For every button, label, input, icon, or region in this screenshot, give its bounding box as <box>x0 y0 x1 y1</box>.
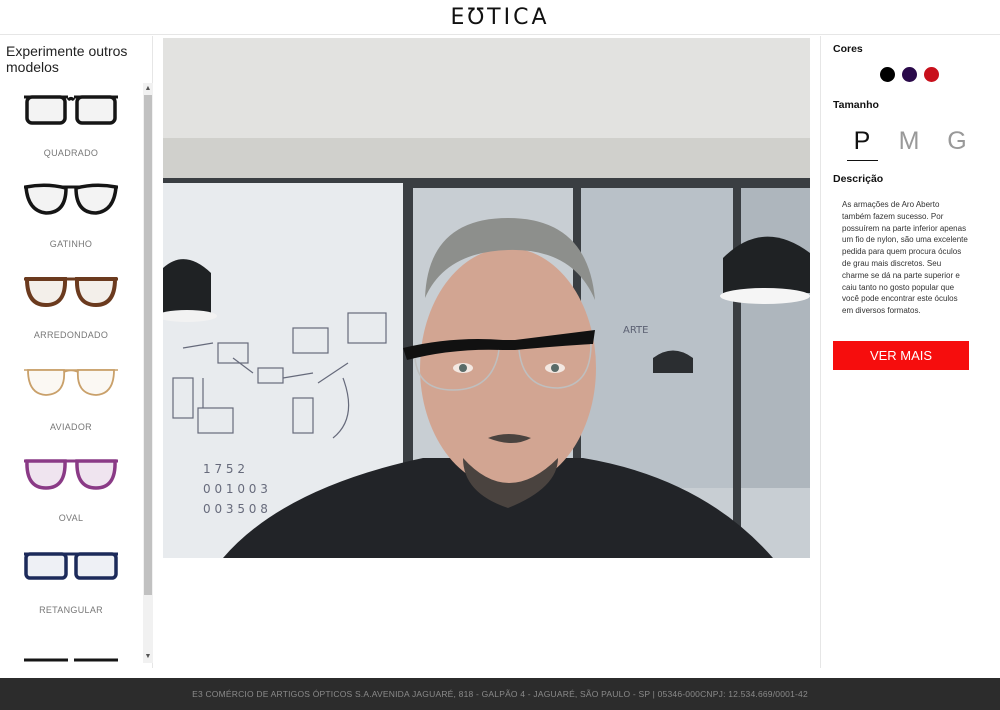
header: EƱTICA <box>0 0 1000 35</box>
model-list: QUADRADO GATINHO ARREDONDADO AVIADOR OVA… <box>0 84 142 664</box>
color-swatch-red[interactable] <box>924 67 939 82</box>
model-label: GATINHO <box>49 239 93 249</box>
webcam-image: 1 7 5 2 0 0 1 0 0 3 0 0 3 5 0 8 ARTE <box>163 38 810 558</box>
model-label: RETANGULAR <box>39 605 103 615</box>
model-item-quadrado[interactable]: QUADRADO <box>0 84 142 176</box>
color-swatch-purple[interactable] <box>902 67 917 82</box>
glasses-icon <box>24 658 118 662</box>
brand-logo[interactable]: EƱTICA <box>450 5 549 30</box>
model-label: OVAL <box>58 513 84 523</box>
round-glasses-icon <box>24 277 118 308</box>
model-item-oval[interactable]: OVAL <box>0 449 142 541</box>
model-item-arredondado[interactable]: ARREDONDADO <box>0 266 142 358</box>
footer-text: E3 COMÉRCIO DE ARTIGOS ÓPTICOS S.A.AVENI… <box>192 689 808 699</box>
aviator-glasses-icon <box>24 369 118 396</box>
sidebar-title: Experimente outros modelos <box>6 43 128 75</box>
footer: E3 COMÉRCIO DE ARTIGOS ÓPTICOS S.A.AVENI… <box>0 678 1000 710</box>
svg-text:0 0 1 0 0 3: 0 0 1 0 0 3 <box>203 482 268 496</box>
color-swatch-black[interactable] <box>880 67 895 82</box>
cat-eye-glasses-icon <box>24 183 118 215</box>
model-label: QUADRADO <box>43 148 99 158</box>
model-label: ARREDONDADO <box>33 330 109 340</box>
size-title: Tamanho <box>833 99 879 111</box>
model-label: AVIADOR <box>50 422 92 432</box>
size-option-g[interactable]: G <box>942 127 972 156</box>
rectangular-glasses-icon <box>24 552 118 580</box>
model-item-gatinho[interactable]: GATINHO <box>0 175 142 267</box>
svg-text:1 7 5 2: 1 7 5 2 <box>203 462 245 476</box>
chevron-up-icon[interactable]: ▲ <box>143 83 153 95</box>
sidebar: Experimente outros modelos QUADRADO GATI… <box>0 36 153 668</box>
scroll-thumb[interactable] <box>144 95 152 595</box>
model-item-retangular[interactable]: RETANGULAR <box>0 541 142 633</box>
selected-size-underline <box>847 160 878 161</box>
product-description: As armações de Aro Aberto também fazem s… <box>842 200 968 316</box>
oval-glasses-icon <box>24 459 118 490</box>
description-title: Descrição <box>833 173 884 185</box>
scrollbar[interactable]: ▲ ▼ <box>143 83 153 663</box>
camera-feed: 1 7 5 2 0 0 1 0 0 3 0 0 3 5 0 8 ARTE <box>163 38 810 558</box>
size-option-m[interactable]: M <box>894 127 924 156</box>
colors-title: Cores <box>833 43 863 55</box>
svg-text:0 0 3 5 0 8: 0 0 3 5 0 8 <box>203 502 268 516</box>
svg-text:ARTE: ARTE <box>623 325 649 336</box>
model-item-partial[interactable] <box>0 632 142 664</box>
size-option-p[interactable]: P <box>847 127 877 156</box>
ver-mais-button[interactable]: VER MAIS <box>833 341 969 370</box>
product-options-panel: Cores Tamanho P M G Descrição As armaçõe… <box>820 36 990 668</box>
model-item-aviador[interactable]: AVIADOR <box>0 358 142 450</box>
square-glasses-icon <box>24 95 118 125</box>
chevron-down-icon[interactable]: ▼ <box>143 651 153 663</box>
